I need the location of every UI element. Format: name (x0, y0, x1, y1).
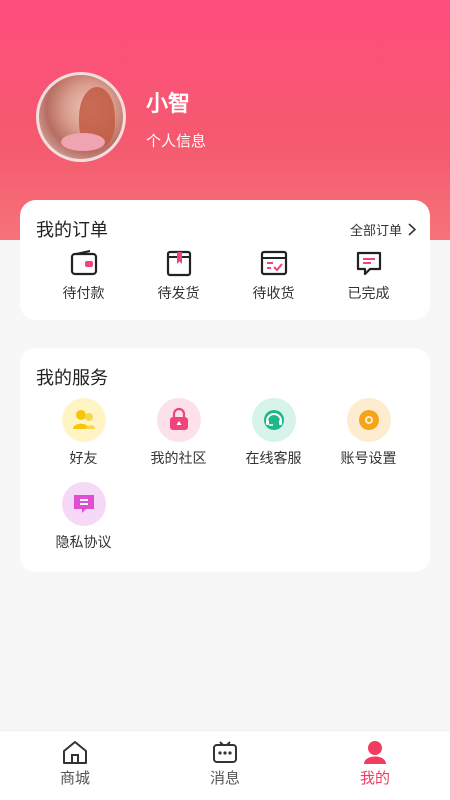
orders-card: 我的订单 全部订单 待付款 待发货 待收货 已完成 (20, 200, 430, 320)
service-label: 好友 (69, 451, 98, 467)
service-support[interactable]: 在线客服 (226, 398, 321, 468)
orders-title: 我的订单 (36, 220, 108, 241)
order-label: 待付款 (62, 286, 105, 302)
avatar[interactable] (36, 72, 126, 162)
tab-mine[interactable]: 我的 (300, 731, 450, 800)
order-label: 已完成 (347, 286, 390, 302)
services-card: 我的服务 好友 我的社区 在线客服 账号设置 隐私协议 (20, 348, 430, 572)
delivery-icon (260, 250, 287, 276)
tab-label: 商城 (59, 769, 90, 787)
service-label: 账号设置 (340, 451, 397, 467)
order-pending-shipment[interactable]: 待发货 (131, 248, 226, 303)
message-check-icon (356, 251, 381, 276)
service-label: 隐私协议 (55, 535, 112, 551)
user-icon (364, 741, 386, 764)
tab-label: 消息 (209, 769, 240, 787)
order-completed[interactable]: 已完成 (321, 248, 416, 303)
tab-messages[interactable]: 消息 (150, 731, 300, 800)
home-icon (63, 741, 87, 764)
service-account-settings[interactable]: 账号设置 (321, 398, 416, 468)
service-label: 我的社区 (150, 451, 207, 467)
all-orders-link[interactable]: 全部订单 (350, 220, 416, 239)
friends-icon (61, 398, 106, 442)
support-icon (251, 398, 296, 442)
service-friends[interactable]: 好友 (36, 398, 131, 468)
chevron-right-icon (408, 223, 416, 236)
order-label: 待发货 (157, 286, 200, 302)
username: 小智 (146, 92, 191, 117)
message-icon (213, 741, 237, 763)
profile-info-link[interactable]: 个人信息 (146, 130, 206, 151)
settings-icon (346, 398, 391, 442)
tab-mall[interactable]: 商城 (0, 731, 150, 800)
all-orders-label: 全部订单 (349, 224, 402, 239)
package-icon (166, 250, 191, 277)
bottom-tab-bar: 商城 消息 我的 (0, 730, 450, 800)
order-pending-payment[interactable]: 待付款 (36, 248, 131, 303)
wallet-icon (70, 250, 97, 276)
service-label: 在线客服 (245, 451, 302, 467)
order-pending-receipt[interactable]: 待收货 (226, 248, 321, 303)
services-title: 我的服务 (36, 368, 108, 389)
service-community[interactable]: 我的社区 (131, 398, 226, 468)
community-icon (156, 398, 201, 442)
privacy-icon (61, 482, 106, 526)
order-label: 待收货 (252, 286, 295, 302)
tab-label: 我的 (359, 769, 390, 787)
service-privacy[interactable]: 隐私协议 (36, 482, 131, 552)
